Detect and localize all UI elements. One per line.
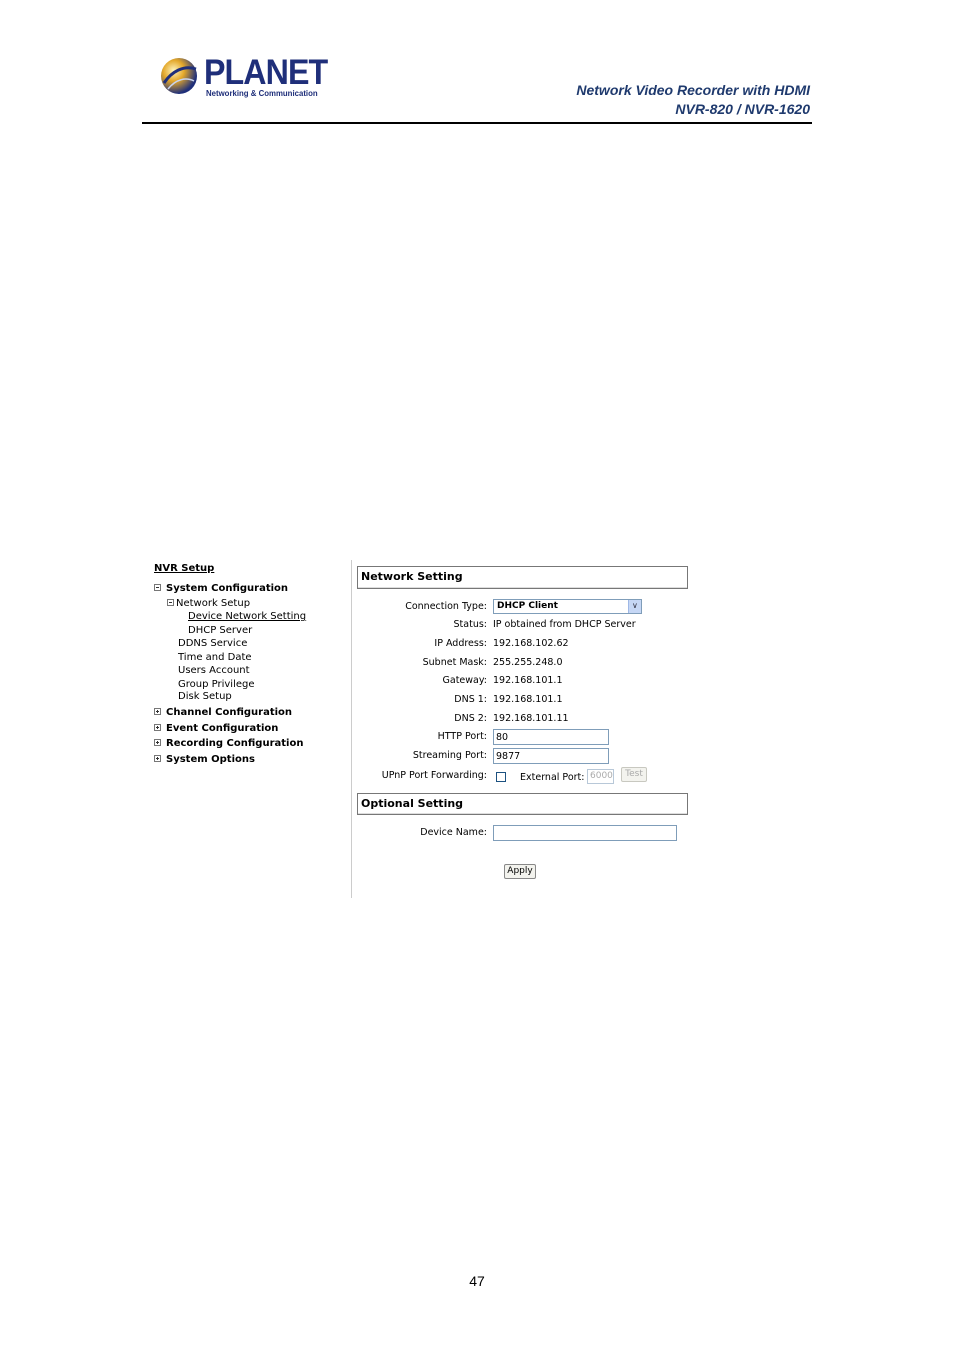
- subnet-mask-label: Subnet Mask:: [422, 657, 487, 668]
- dns2-value: 192.168.101.11: [493, 713, 569, 724]
- logo-wordmark: PLANET: [204, 53, 328, 92]
- sidebar-group-label: Event Configuration: [166, 723, 279, 734]
- sidebar-group-channel-configuration[interactable]: Channel Configuration: [154, 707, 292, 719]
- sidebar-group-system-configuration[interactable]: System Configuration: [154, 583, 288, 595]
- ip-address-label: IP Address:: [434, 638, 487, 649]
- upnp-label: UPnP Port Forwarding:: [381, 770, 487, 781]
- connection-type-label: Connection Type:: [405, 601, 487, 612]
- http-port-label: HTTP Port:: [437, 731, 487, 742]
- document-title: Network Video Recorder with HDMI: [576, 82, 810, 98]
- collapse-icon[interactable]: [167, 598, 174, 606]
- logo-tagline: Networking & Communication: [206, 88, 318, 98]
- connection-type-select[interactable]: DHCP Client ∨: [493, 599, 642, 614]
- gateway-value: 192.168.101.1: [493, 675, 563, 686]
- sidebar-item-network-setup[interactable]: Network Setup: [167, 598, 250, 610]
- ip-address-value: 192.168.102.62: [493, 638, 569, 649]
- planet-logo: PLANET Networking & Communication: [160, 55, 328, 101]
- section-title: Network Setting: [361, 570, 463, 583]
- streaming-port-label: Streaming Port:: [412, 750, 487, 761]
- apply-button[interactable]: Apply: [504, 864, 536, 879]
- external-port-input[interactable]: 6000: [587, 769, 614, 784]
- device-name-label: Device Name:: [420, 827, 487, 838]
- chevron-down-icon[interactable]: ∨: [628, 600, 641, 613]
- section-title: Optional Setting: [361, 797, 464, 810]
- sidebar-group-label: System Configuration: [166, 583, 289, 594]
- sidebar-group-label: Channel Configuration: [166, 707, 293, 718]
- sidebar-item-time-and-date[interactable]: Time and Date: [178, 652, 252, 664]
- dns1-label: DNS 1:: [454, 694, 487, 705]
- sidebar-group-label: System Options: [166, 754, 255, 765]
- sidebar-group-event-configuration[interactable]: Event Configuration: [154, 723, 278, 735]
- subnet-mask-value: 255.255.248.0: [493, 657, 563, 668]
- sidebar-group-recording-configuration[interactable]: Recording Configuration: [154, 738, 303, 750]
- sidebar-item-users-account[interactable]: Users Account: [178, 665, 250, 677]
- dns2-label: DNS 2:: [454, 713, 487, 724]
- sidebar-item-label: Network Setup: [176, 598, 251, 609]
- collapse-icon[interactable]: [154, 583, 161, 591]
- device-name-input[interactable]: [493, 825, 677, 841]
- optional-setting-header: Optional Setting: [357, 793, 688, 815]
- dns1-value: 192.168.101.1: [493, 694, 563, 705]
- page-number: 47: [469, 1273, 485, 1289]
- expand-icon[interactable]: [154, 738, 161, 746]
- status-label: Status:: [453, 619, 487, 630]
- test-button[interactable]: Test: [621, 767, 647, 782]
- header-divider: [142, 122, 812, 124]
- external-port-label: External Port:: [520, 772, 585, 783]
- streaming-port-input[interactable]: 9877: [493, 748, 609, 764]
- sidebar-group-label: Recording Configuration: [166, 738, 304, 749]
- sidebar-group-system-options[interactable]: System Options: [154, 754, 255, 766]
- sidebar-heading[interactable]: NVR Setup: [154, 563, 214, 575]
- network-setting-header: Network Setting: [357, 566, 688, 589]
- sidebar-item-disk-setup[interactable]: Disk Setup: [178, 691, 232, 703]
- status-value: IP obtained from DHCP Server: [493, 619, 636, 630]
- gateway-label: Gateway:: [442, 675, 487, 686]
- sidebar-item-device-network-setting[interactable]: Device Network Setting: [188, 611, 306, 623]
- expand-icon[interactable]: [154, 754, 161, 762]
- http-port-input[interactable]: 80: [493, 729, 609, 745]
- connection-type-value: DHCP Client: [497, 601, 558, 611]
- globe-icon: [161, 58, 197, 94]
- upnp-checkbox[interactable]: [496, 772, 506, 782]
- expand-icon[interactable]: [154, 723, 161, 731]
- sidebar-item-ddns-service[interactable]: DDNS Service: [178, 638, 247, 650]
- expand-icon[interactable]: [154, 707, 161, 715]
- sidebar-item-group-privilege[interactable]: Group Privilege: [178, 679, 255, 691]
- sidebar-item-dhcp-server[interactable]: DHCP Server: [188, 625, 252, 637]
- document-model: NVR-820 / NVR-1620: [675, 101, 810, 117]
